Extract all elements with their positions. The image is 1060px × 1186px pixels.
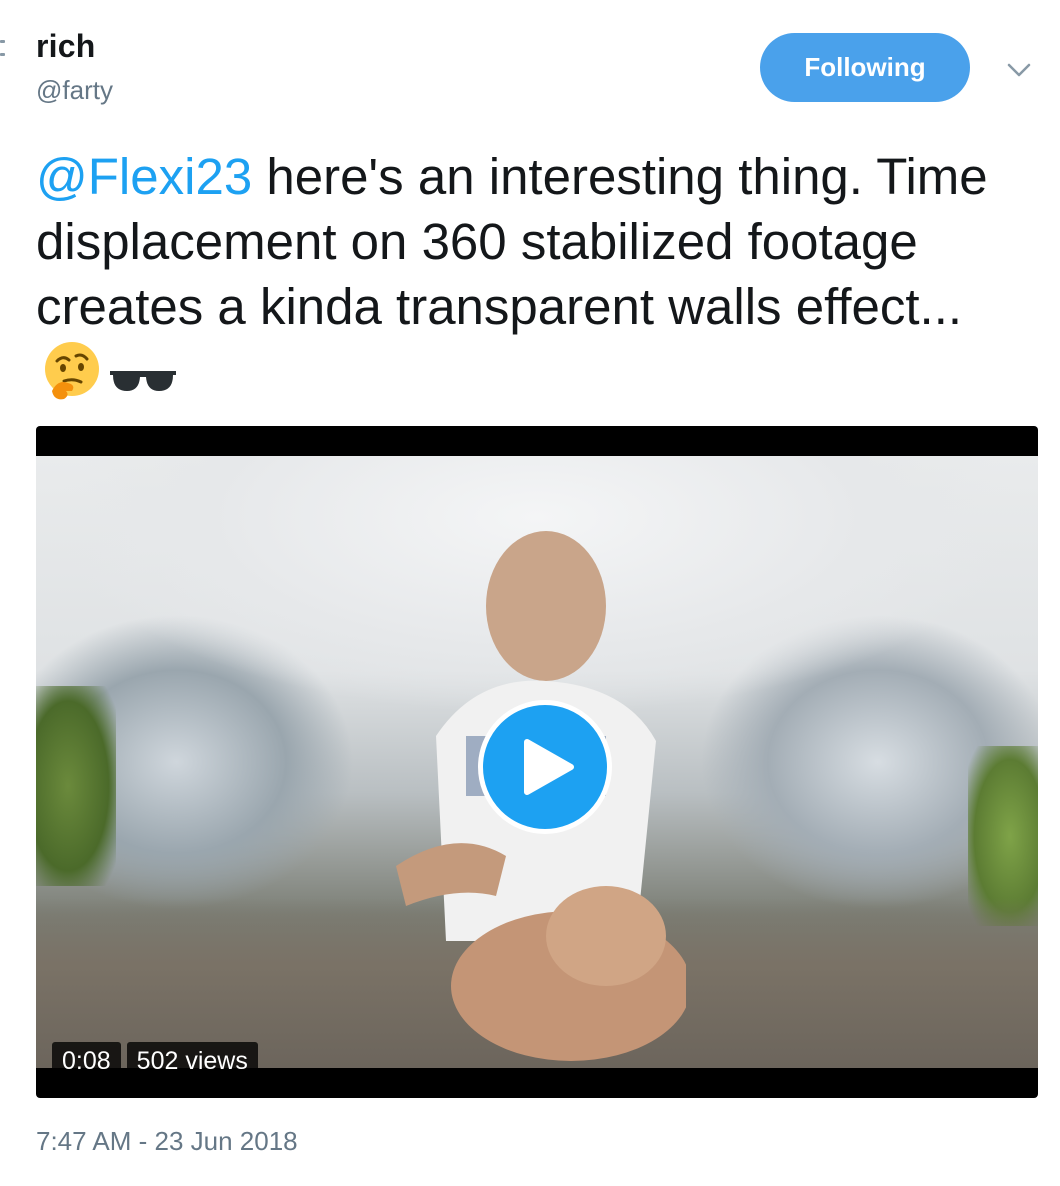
video-meta: 0:08 502 views bbox=[52, 1042, 258, 1081]
partial-avatar-edge bbox=[0, 40, 6, 80]
mention-link[interactable]: @Flexi23 bbox=[36, 148, 252, 205]
video-duration: 0:08 bbox=[52, 1042, 121, 1081]
tweet-text: @Flexi23 here's an interesting thing. Ti… bbox=[36, 144, 1026, 418]
play-button[interactable] bbox=[478, 700, 612, 834]
sunglasses-emoji-icon bbox=[108, 353, 178, 418]
video-player[interactable]: 0:08 502 views bbox=[36, 426, 1038, 1098]
thinking-face-emoji-icon bbox=[40, 339, 104, 418]
tweet-timestamp[interactable]: 7:47 AM - 23 Jun 2018 bbox=[36, 1126, 298, 1157]
play-icon bbox=[524, 739, 574, 795]
chevron-down-icon[interactable] bbox=[1004, 55, 1034, 85]
video-views: 502 views bbox=[126, 1042, 258, 1081]
following-button[interactable]: Following bbox=[760, 33, 970, 102]
author-name[interactable]: rich bbox=[36, 28, 96, 65]
author-handle[interactable]: @farty bbox=[36, 75, 113, 106]
